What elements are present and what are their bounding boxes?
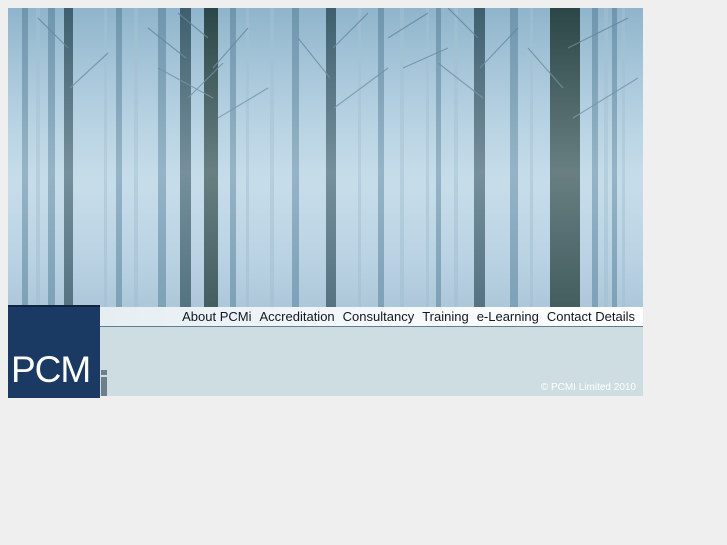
nav-item-contact-details[interactable]: Contact Details — [543, 309, 635, 324]
pcmi-logo[interactable]: PCM — [8, 305, 100, 398]
nav-item-consultancy[interactable]: Consultancy — [339, 309, 419, 324]
content-panel: © PCMI Limited 2010 — [100, 327, 643, 396]
misty-forest-banner-image — [8, 8, 643, 307]
nav-item-accreditation[interactable]: Accreditation — [256, 309, 339, 324]
nav-item-training[interactable]: Training — [418, 309, 472, 324]
logo-i-mark-icon — [101, 370, 107, 396]
forest-illustration — [8, 8, 643, 307]
main-navigation-bar: About PCMi Accreditation Consultancy Tra… — [100, 307, 643, 327]
nav-links: About PCMi Accreditation Consultancy Tra… — [178, 309, 635, 324]
nav-item-e-learning[interactable]: e-Learning — [473, 309, 543, 324]
logo-text: PCM — [11, 349, 91, 390]
site-container: About PCMi Accreditation Consultancy Tra… — [8, 8, 643, 398]
nav-item-about-pcmi[interactable]: About PCMi — [178, 309, 255, 324]
copyright-notice: © PCMI Limited 2010 — [540, 382, 636, 393]
